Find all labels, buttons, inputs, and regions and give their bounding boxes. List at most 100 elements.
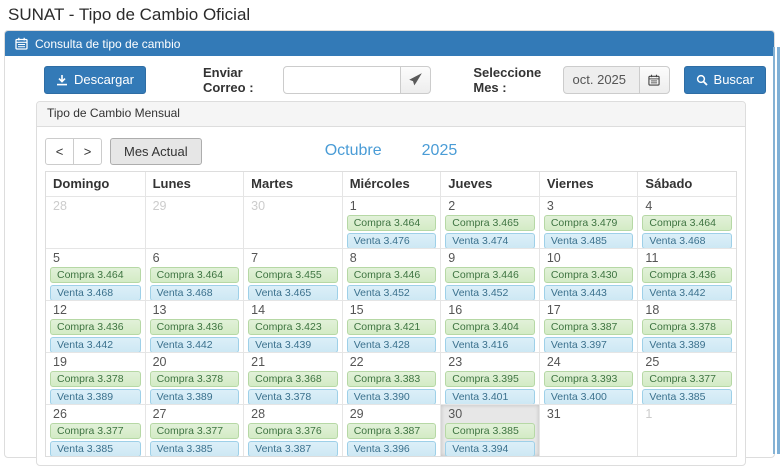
- email-input[interactable]: [283, 66, 401, 94]
- day-number: 15: [343, 301, 441, 319]
- sell-badge: Venta 3.385: [642, 389, 732, 404]
- scrollbar[interactable]: [773, 47, 780, 454]
- sell-badge: Venta 3.389: [50, 389, 141, 404]
- day-number: 28: [244, 405, 342, 423]
- calendar-day-cell: 31: [539, 404, 638, 456]
- calendar-day-cell: 26 Compra 3.377 Venta 3.385: [46, 404, 145, 456]
- day-number: 30: [244, 197, 342, 215]
- calendar-day-cell: 2 Compra 3.465 Venta 3.474: [440, 196, 539, 248]
- day-number: 1: [343, 197, 441, 215]
- buy-badge: Compra 3.387: [544, 319, 634, 335]
- calendar-day-cell: 1: [637, 404, 736, 456]
- calendar-day-cell: 28: [46, 196, 145, 248]
- buy-badge: Compra 3.383: [347, 371, 437, 387]
- buy-badge: Compra 3.464: [347, 215, 437, 231]
- calendar-day-cell: 4 Compra 3.464 Venta 3.468: [637, 196, 736, 248]
- day-number: 25: [638, 353, 736, 371]
- buy-badge: Compra 3.464: [150, 267, 240, 283]
- buy-badge: Compra 3.455: [248, 267, 338, 283]
- sell-badge: Venta 3.465: [248, 285, 338, 300]
- download-button-label: Descargar: [74, 72, 134, 87]
- calendar-day-cell: 8 Compra 3.446 Venta 3.452: [342, 248, 441, 300]
- calendar-day-cell: 14 Compra 3.423 Venta 3.439: [243, 300, 342, 352]
- buy-badge: Compra 3.378: [642, 319, 732, 335]
- calendar-day-cell: 30: [243, 196, 342, 248]
- month-picker-button[interactable]: [639, 66, 670, 94]
- calendar-day-cell: 21 Compra 3.368 Venta 3.378: [243, 352, 342, 404]
- download-icon: [56, 74, 68, 86]
- year-label: 2025: [422, 142, 458, 160]
- search-button[interactable]: Buscar: [684, 66, 766, 94]
- buy-badge: Compra 3.377: [150, 423, 240, 439]
- sell-badge: Venta 3.389: [642, 337, 732, 352]
- calendar-day-cell: 12 Compra 3.436 Venta 3.442: [46, 300, 145, 352]
- calendar-day-cell: 1 Compra 3.464 Venta 3.476: [342, 196, 441, 248]
- calendar-day-cell: 7 Compra 3.455 Venta 3.465: [243, 248, 342, 300]
- month-input[interactable]: [563, 66, 640, 94]
- buy-badge: Compra 3.376: [248, 423, 338, 439]
- buy-badge: Compra 3.404: [445, 319, 535, 335]
- day-number: 30: [441, 405, 539, 423]
- buy-badge: Compra 3.430: [544, 267, 634, 283]
- day-number: 2: [441, 197, 539, 215]
- buy-badge: Compra 3.387: [347, 423, 437, 439]
- sell-badge: Venta 3.442: [642, 285, 732, 300]
- day-number: 12: [46, 301, 145, 319]
- calendar-day-cell: 15 Compra 3.421 Venta 3.428: [342, 300, 441, 352]
- calendar-day-cell: 29 Compra 3.387 Venta 3.396: [342, 404, 441, 456]
- day-number: 9: [441, 249, 539, 267]
- day-number: 31: [540, 405, 638, 423]
- calendar-day-cell: 10 Compra 3.430 Venta 3.443: [539, 248, 638, 300]
- day-number: 13: [146, 301, 244, 319]
- send-button[interactable]: [400, 66, 431, 94]
- sell-badge: Venta 3.416: [445, 337, 535, 352]
- download-button[interactable]: Descargar: [44, 66, 146, 94]
- day-number: 8: [343, 249, 441, 267]
- consulta-panel: Consulta de tipo de cambio Descargar Env…: [4, 30, 775, 458]
- day-number: 5: [46, 249, 145, 267]
- sell-badge: Venta 3.468: [150, 285, 240, 300]
- calendar-day-cell: 30 Compra 3.385 Venta 3.394: [440, 404, 539, 456]
- current-month-button[interactable]: Mes Actual: [110, 138, 202, 165]
- day-number: 16: [441, 301, 539, 319]
- day-header: Martes: [243, 172, 342, 196]
- month-select-label: Seleccione Mes :: [473, 65, 548, 95]
- sell-badge: Venta 3.468: [642, 233, 732, 248]
- buy-badge: Compra 3.446: [445, 267, 535, 283]
- sell-badge: Venta 3.378: [248, 389, 338, 404]
- calendar-day-cell: 18 Compra 3.378 Venta 3.389: [637, 300, 736, 352]
- day-number: 20: [146, 353, 244, 371]
- day-number: 11: [638, 249, 736, 267]
- send-icon: [409, 73, 422, 86]
- day-number: 6: [146, 249, 244, 267]
- next-month-button[interactable]: >: [73, 138, 102, 165]
- sell-badge: Venta 3.468: [50, 285, 141, 300]
- calendar-day-cell: 20 Compra 3.378 Venta 3.389: [145, 352, 244, 404]
- day-header: Sábado: [637, 172, 736, 196]
- panel-heading-label: Consulta de tipo de cambio: [35, 37, 180, 51]
- buy-badge: Compra 3.421: [347, 319, 437, 335]
- monthly-panel-title: Tipo de Cambio Mensual: [37, 102, 745, 127]
- day-number: 10: [540, 249, 638, 267]
- search-button-label: Buscar: [714, 72, 754, 87]
- day-header: Jueves: [440, 172, 539, 196]
- day-header: Domingo: [46, 172, 145, 196]
- calendar-day-cell: 6 Compra 3.464 Venta 3.468: [145, 248, 244, 300]
- buy-badge: Compra 3.378: [50, 371, 141, 387]
- sell-badge: Venta 3.442: [150, 337, 240, 352]
- prev-month-button[interactable]: <: [45, 138, 74, 165]
- search-icon: [696, 74, 708, 86]
- page-title: SUNAT - Tipo de Cambio Oficial: [8, 5, 780, 25]
- calendar-day-cell: 23 Compra 3.395 Venta 3.401: [440, 352, 539, 404]
- sell-badge: Venta 3.474: [445, 233, 535, 248]
- calendar-day-cell: 24 Compra 3.393 Venta 3.400: [539, 352, 638, 404]
- day-number: 14: [244, 301, 342, 319]
- buy-badge: Compra 3.436: [50, 319, 141, 335]
- calendar-day-cell: 9 Compra 3.446 Venta 3.452: [440, 248, 539, 300]
- buy-badge: Compra 3.436: [642, 267, 732, 283]
- buy-badge: Compra 3.479: [544, 215, 634, 231]
- buy-badge: Compra 3.464: [50, 267, 141, 283]
- day-number: 22: [343, 353, 441, 371]
- buy-badge: Compra 3.446: [347, 267, 437, 283]
- sell-badge: Venta 3.401: [445, 389, 535, 404]
